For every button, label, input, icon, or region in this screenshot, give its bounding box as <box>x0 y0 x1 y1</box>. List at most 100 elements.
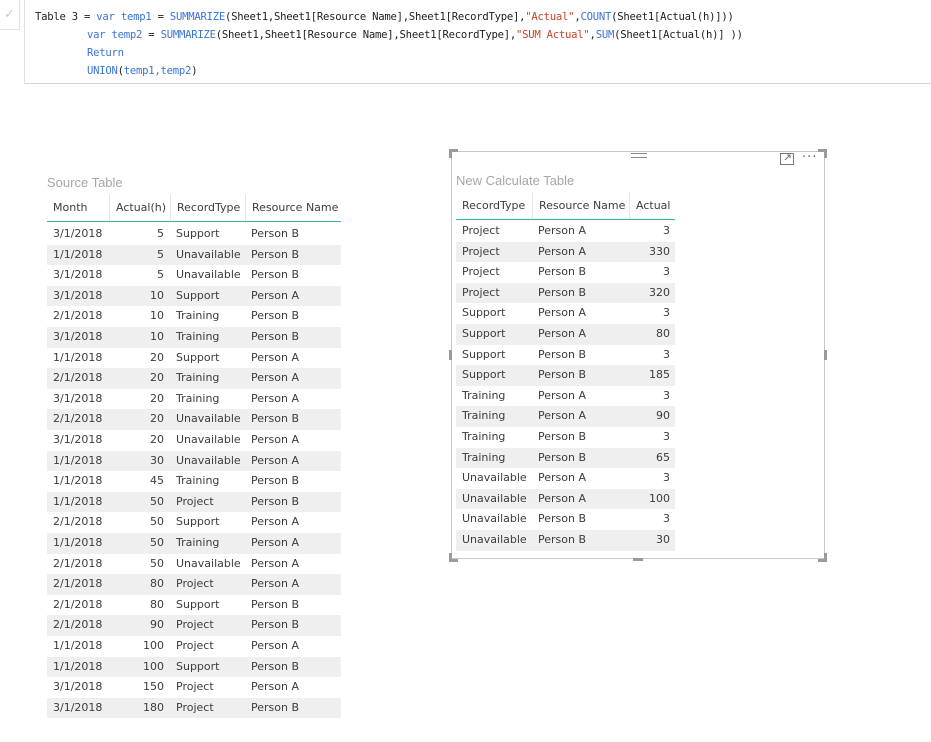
column-header[interactable]: Actual <box>629 192 674 219</box>
table-cell: Person B <box>251 700 300 714</box>
table-cell: Person B <box>538 285 587 299</box>
table-row: 3/1/2018 10 Support Person A <box>47 285 341 307</box>
table-cell: Person B <box>251 597 300 611</box>
table-cell: Project <box>176 618 214 632</box>
resize-handle[interactable] <box>633 558 643 561</box>
resize-handle[interactable] <box>449 149 452 158</box>
table-cell: Person B <box>251 474 300 488</box>
table-cell: Training <box>462 388 506 402</box>
table-row: 3/1/2018 5 Support Person B <box>47 224 341 245</box>
table-row: 2/1/2018 90 Project Person B <box>47 615 341 636</box>
table-cell: 20 <box>150 433 164 446</box>
table-row: Training Person A 90 <box>456 406 675 427</box>
table-cell: Person B <box>538 430 587 443</box>
table-cell: 1/1/2018 <box>53 494 103 508</box>
table-cell: 100 <box>143 639 164 652</box>
table-cell: 50 <box>150 536 164 549</box>
calc-table[interactable]: RecordType Resource Name Actual Project Pers… <box>456 192 676 552</box>
column-header[interactable]: RecordType <box>456 192 532 219</box>
table-cell: Support <box>462 347 506 361</box>
table-cell: 80 <box>150 597 164 611</box>
resize-handle[interactable] <box>824 553 827 562</box>
table-cell: 20 <box>150 391 164 405</box>
table-cell: Person A <box>251 536 299 549</box>
table-cell: 3 <box>663 265 670 279</box>
dax-formula-editor[interactable]: Table 3 = var temp1 = SUMMARIZE(Sheet1,S… <box>24 0 931 84</box>
table-row: Support Person B 3 <box>456 345 675 366</box>
table-cell: 50 <box>150 515 164 529</box>
table-cell: 1/1/2018 <box>53 536 103 549</box>
resize-handle[interactable] <box>449 350 452 360</box>
table-row: 2/1/2018 50 Support Person A <box>47 512 341 533</box>
focus-mode-icon[interactable] <box>780 153 794 165</box>
table-cell: Person B <box>251 412 300 426</box>
table-header: Month Actual(h) RecordType Resource Name <box>47 194 341 222</box>
table-cell: Person A <box>538 491 586 505</box>
table-cell: Person A <box>251 391 299 405</box>
column-header[interactable]: RecordType <box>170 194 245 221</box>
column-header[interactable]: Resource Name <box>532 192 629 219</box>
table-cell: 5 <box>157 268 164 282</box>
table-row: 2/1/2018 50 Unavailable Person A <box>47 554 341 575</box>
table-cell: Person B <box>538 512 587 526</box>
table-cell: 1/1/2018 <box>53 659 103 673</box>
table-cell: 3/1/2018 <box>53 391 103 405</box>
table-row: 3/1/2018 180 Project Person B <box>47 697 341 719</box>
table-row: 2/1/2018 20 Unavailable Person B <box>47 409 341 430</box>
table-row: 3/1/2018 5 Unavailable Person B <box>47 265 341 286</box>
table-cell: Person A <box>251 577 299 591</box>
table-cell: Project <box>462 244 500 258</box>
resize-handle[interactable] <box>824 350 827 360</box>
table-cell: Unavailable <box>462 471 527 485</box>
table-cell: 2/1/2018 <box>53 371 103 385</box>
table-cell: 3/1/2018 <box>53 227 103 240</box>
resize-handle[interactable] <box>824 149 827 158</box>
table-cell: Unavailable <box>462 533 527 546</box>
checkmark-icon[interactable]: ✓ <box>0 0 20 30</box>
column-header[interactable]: Resource Name <box>245 194 341 221</box>
column-header[interactable]: Actual(h) <box>109 194 168 221</box>
table-row: 3/1/2018 20 Training Person A <box>47 389 341 410</box>
table-row: Support Person A 3 <box>456 303 675 324</box>
formula-line-4: UNION(temp1,temp2) <box>87 65 198 77</box>
table-cell: Person A <box>251 680 299 694</box>
table-row: Project Person A 3 <box>456 221 675 242</box>
table-cell: 330 <box>649 244 670 258</box>
table-cell: 3/1/2018 <box>53 680 103 694</box>
table-cell: Project <box>462 265 500 279</box>
table-row: Training Person B 65 <box>456 447 675 469</box>
table-cell: 100 <box>649 491 670 505</box>
table-cell: Person A <box>251 371 299 385</box>
drag-grip-icon[interactable] <box>631 153 647 162</box>
table-cell: 3 <box>663 430 670 443</box>
table-row: 2/1/2018 80 Support Person B <box>47 595 341 616</box>
resize-handle[interactable] <box>449 553 452 562</box>
table-cell: Unavailable <box>176 412 241 426</box>
table-cell: 50 <box>150 556 164 570</box>
table-cell: Person B <box>538 368 587 382</box>
formula-bar: ✓ Table 3 = var temp1 = SUMMARIZE(Sheet1… <box>0 0 931 84</box>
table-cell: Person A <box>251 288 299 302</box>
table-cell: Person B <box>251 309 300 323</box>
table-row: 2/1/2018 20 Training Person A <box>47 368 341 389</box>
table-cell: Support <box>462 368 506 382</box>
table-cell: 1/1/2018 <box>53 474 103 488</box>
table-cell: Unavailable <box>176 268 241 282</box>
table-header: RecordType Resource Name Actual <box>456 192 675 220</box>
table-row: 1/1/2018 45 Training Person B <box>47 471 341 492</box>
table-row: Project Person A 330 <box>456 241 675 263</box>
table-cell: 3/1/2018 <box>53 288 103 302</box>
table-row: 1/1/2018 100 Support Person B <box>47 656 341 678</box>
table-cell: Unavailable <box>176 453 241 467</box>
table-cell: 2/1/2018 <box>53 556 103 570</box>
table-cell: Person B <box>251 247 300 261</box>
table-row: Unavailable Person A 3 <box>456 468 675 489</box>
table-cell: 90 <box>656 409 670 423</box>
table-row: Project Person B 3 <box>456 262 675 283</box>
source-table[interactable]: Month Actual(h) RecordType Resource Name 3/1… <box>47 194 341 720</box>
formula-line-2: var temp2 = SUMMARIZE(Sheet1,Sheet1[Reso… <box>87 29 743 41</box>
table-cell: 3/1/2018 <box>53 330 103 343</box>
table-row: 1/1/2018 5 Unavailable Person B <box>47 244 341 266</box>
column-header[interactable]: Month <box>47 194 109 221</box>
more-options-icon[interactable]: ··· <box>802 150 817 165</box>
